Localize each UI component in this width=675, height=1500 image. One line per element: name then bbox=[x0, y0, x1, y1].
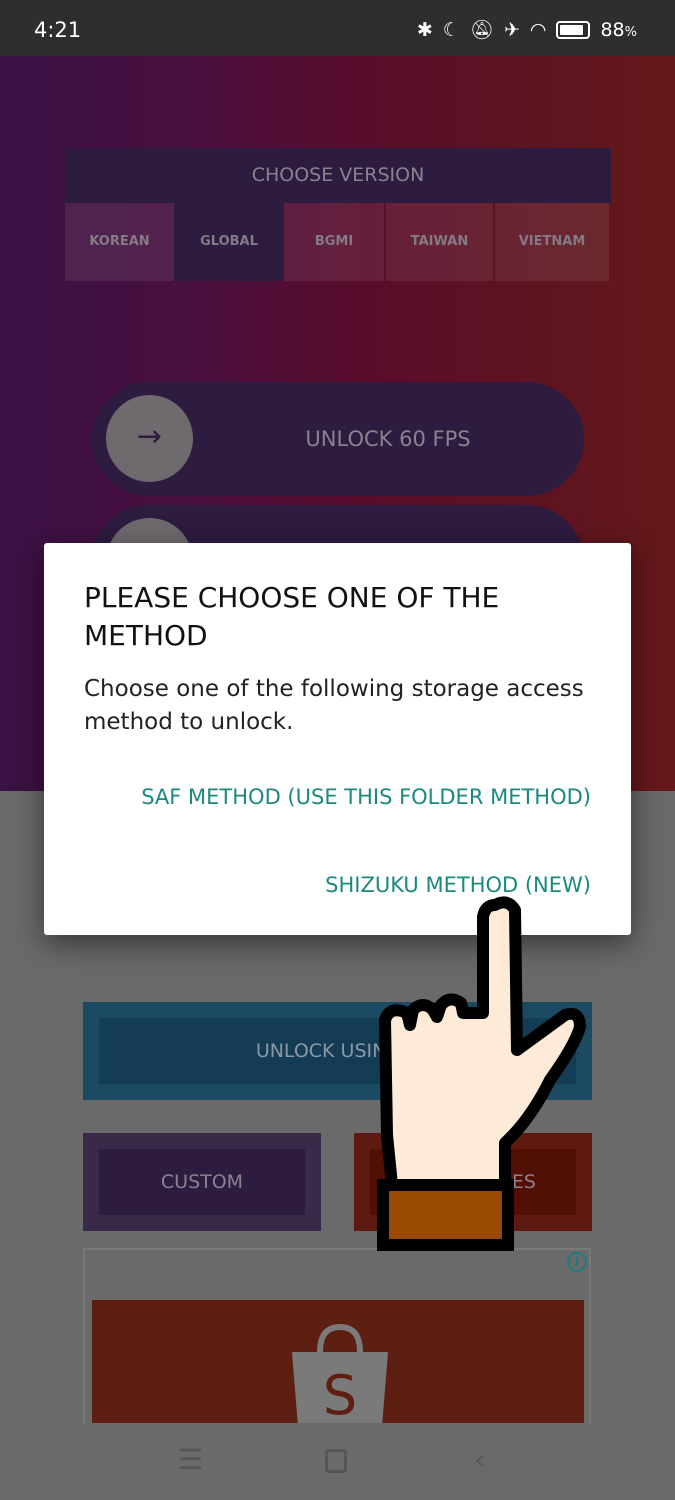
dialog-title: PLEASE CHOOSE ONE OF THE METHOD bbox=[84, 581, 500, 652]
brand-letter: S bbox=[323, 1364, 357, 1427]
unlock-60fps-button[interactable]: → UNLOCK 60 FPS bbox=[92, 382, 584, 496]
shopping-ad-image[interactable]: S bbox=[92, 1300, 584, 1427]
navigation-bar: ☰ ‹ bbox=[0, 1423, 675, 1500]
dialog-message: Choose one of the following storage acce… bbox=[84, 676, 584, 735]
unlock-60fps-label: UNLOCK 60 FPS bbox=[305, 427, 471, 451]
tab-korean[interactable]: KOREAN bbox=[65, 203, 174, 281]
vibrate-off-icon: 🔕︎ bbox=[469, 19, 494, 41]
info-icon[interactable]: i bbox=[567, 1252, 587, 1272]
ad-banner[interactable]: i S bbox=[83, 1248, 591, 1427]
shopping-bag-icon: S bbox=[292, 1323, 388, 1427]
bluetooth-icon: ✱ bbox=[416, 18, 433, 41]
shizuku-method-button[interactable]: SHIZUKU METHOD (NEW) bbox=[325, 873, 591, 897]
back-icon[interactable]: ‹ bbox=[474, 1443, 485, 1476]
version-chooser: CHOOSE VERSION KOREAN GLOBAL BGMI TAIWAN… bbox=[65, 148, 611, 281]
custom-button[interactable]: CUSTOM bbox=[83, 1133, 321, 1231]
moon-icon: ☾ bbox=[442, 18, 460, 41]
version-title: CHOOSE VERSION bbox=[65, 148, 611, 203]
tab-bgmi[interactable]: BGMI bbox=[284, 203, 384, 281]
arrow-right-icon: → bbox=[106, 395, 193, 482]
airplane-icon: ✈ bbox=[503, 18, 520, 41]
tab-vietnam[interactable]: VIETNAM bbox=[495, 203, 609, 281]
pointing-hand-icon bbox=[377, 896, 586, 1251]
status-bar: 4:21 ✱ ☾ 🔕︎ ✈ ◠ 88% bbox=[0, 0, 675, 56]
home-icon[interactable] bbox=[325, 1449, 347, 1473]
clock: 4:21 bbox=[34, 18, 82, 42]
saf-method-button[interactable]: SAF METHOD (USE THIS FOLDER METHOD) bbox=[141, 785, 591, 809]
tab-taiwan[interactable]: TAIWAN bbox=[386, 203, 493, 281]
method-dialog: PLEASE CHOOSE ONE OF THE METHOD Choose o… bbox=[44, 543, 631, 935]
status-icons: ✱ ☾ 🔕︎ ✈ ◠ 88% bbox=[416, 18, 637, 42]
menu-icon[interactable]: ☰ bbox=[178, 1443, 203, 1476]
battery-level: 88% bbox=[600, 18, 637, 41]
custom-label: CUSTOM bbox=[99, 1149, 305, 1215]
tab-global[interactable]: GLOBAL bbox=[174, 203, 284, 281]
battery-icon bbox=[556, 20, 591, 39]
wifi-icon: ◠ bbox=[529, 18, 547, 41]
